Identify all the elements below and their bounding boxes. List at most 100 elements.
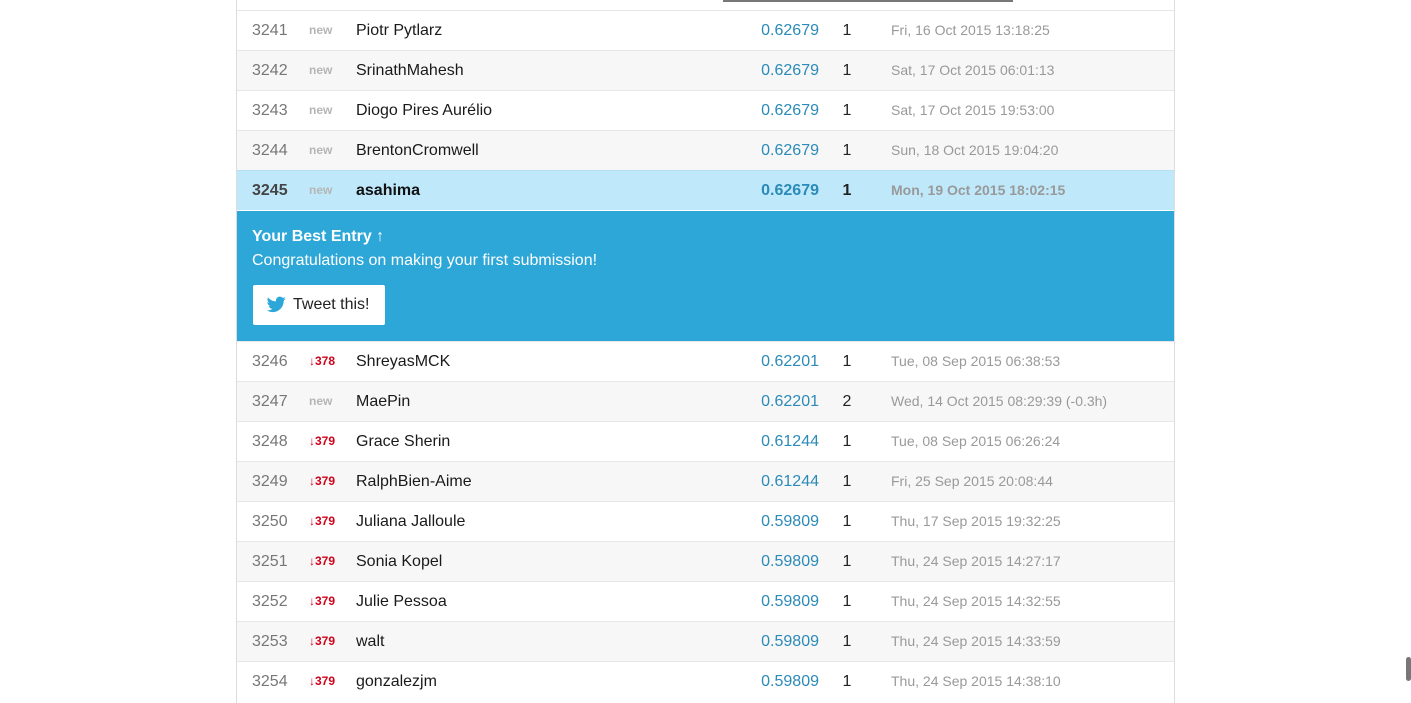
- score-cell: 0.59809: [761, 673, 819, 690]
- score-cell: 0.59809: [761, 553, 819, 570]
- team-name-link[interactable]: Piotr Pytlarz: [356, 11, 686, 50]
- table-row: 3251 ↓379 Sonia Kopel 0.59809 1 Thu, 24 …: [237, 541, 1174, 581]
- entries-cell: 1: [842, 473, 852, 490]
- tweet-button[interactable]: Tweet this!: [253, 285, 385, 325]
- score-cell: 0.62679: [761, 22, 819, 39]
- rank-cell: 3253: [252, 633, 288, 650]
- table-row: 3246 ↓378 ShreyasMCK 0.62201 1 Tue, 08 S…: [237, 341, 1174, 381]
- last-submission-cell: Tue, 08 Sep 2015 06:38:53: [891, 353, 1061, 369]
- score-cell: 0.59809: [761, 593, 819, 610]
- rank-change-badge: new: [309, 143, 333, 157]
- tweet-button-label: Tweet this!: [293, 296, 370, 313]
- rank-change-badge: new: [309, 63, 333, 77]
- team-name-link[interactable]: gonzalezjm: [356, 662, 686, 701]
- entries-cell: 1: [842, 433, 852, 450]
- rank-change-badge: ↓379: [309, 674, 336, 688]
- score-cell: 0.62679: [761, 62, 819, 79]
- rank-cell: 3246: [252, 353, 288, 370]
- best-entry-title: Your Best Entry ↑: [252, 228, 385, 245]
- table-row: 3242 new SrinathMahesh 0.62679 1 Sat, 17…: [237, 50, 1174, 90]
- entries-cell: 1: [842, 182, 852, 199]
- entries-cell: 1: [842, 673, 852, 690]
- rank-cell: 3248: [252, 433, 288, 450]
- score-cell: 0.62679: [761, 142, 819, 159]
- table-row: 3250 ↓379 Juliana Jalloule 0.59809 1 Thu…: [237, 501, 1174, 541]
- last-submission-cell: Tue, 08 Sep 2015 06:26:24: [891, 433, 1061, 449]
- rank-cell: 3254: [252, 673, 288, 690]
- rank-change-badge: new: [309, 394, 333, 408]
- team-name-link[interactable]: asahima: [356, 171, 686, 210]
- congratulations-message: Congratulations on making your first sub…: [252, 252, 598, 269]
- entries-cell: 1: [842, 102, 852, 119]
- rank-cell: 3247: [252, 393, 288, 410]
- last-submission-cell: Wed, 14 Oct 2015 08:29:39 (-0.3h): [891, 393, 1108, 409]
- team-name-link[interactable]: MaePin: [356, 382, 686, 421]
- score-cell: 0.61244: [761, 473, 819, 490]
- score-cell: 0.59809: [761, 513, 819, 530]
- header-divider: [723, 0, 1013, 2]
- table-row: 3243 new Diogo Pires Aurélio 0.62679 1 S…: [237, 90, 1174, 130]
- leaderboard-table: 3241 new Piotr Pytlarz 0.62679 1 Fri, 16…: [236, 0, 1175, 703]
- rank-cell: 3250: [252, 513, 288, 530]
- last-submission-cell: Thu, 24 Sep 2015 14:33:59: [891, 633, 1061, 649]
- entries-cell: 1: [842, 633, 852, 650]
- rank-cell: 3244: [252, 142, 288, 159]
- last-submission-cell: Sat, 17 Oct 2015 06:01:13: [891, 62, 1055, 78]
- team-name-link[interactable]: walt: [356, 622, 686, 661]
- score-cell: 0.62201: [761, 393, 819, 410]
- rank-change-badge: ↓378: [309, 354, 336, 368]
- rank-cell: 3251: [252, 553, 288, 570]
- last-submission-cell: Mon, 19 Oct 2015 18:02:15: [891, 182, 1066, 198]
- team-name-link[interactable]: Sonia Kopel: [356, 542, 686, 581]
- rank-cell: 3252: [252, 593, 288, 610]
- entries-cell: 2: [842, 393, 852, 410]
- team-name-link[interactable]: RalphBien-Aime: [356, 462, 686, 501]
- table-row: 3253 ↓379 walt 0.59809 1 Thu, 24 Sep 201…: [237, 621, 1174, 661]
- rank-cell: 3243: [252, 102, 288, 119]
- entries-cell: 1: [842, 353, 852, 370]
- rank-change-badge: ↓379: [309, 474, 336, 488]
- rank-change-badge: ↓379: [309, 434, 336, 448]
- rank-cell: 3249: [252, 473, 288, 490]
- team-name-link[interactable]: Julie Pessoa: [356, 582, 686, 621]
- last-submission-cell: Thu, 24 Sep 2015 14:32:55: [891, 593, 1061, 609]
- team-name-link[interactable]: Juliana Jalloule: [356, 502, 686, 541]
- score-cell: 0.59809: [761, 633, 819, 650]
- table-row: 3249 ↓379 RalphBien-Aime 0.61244 1 Fri, …: [237, 461, 1174, 501]
- entries-cell: 1: [842, 553, 852, 570]
- rank-cell: 3245: [252, 182, 288, 199]
- entries-cell: 1: [842, 22, 852, 39]
- table-row: 3241 new Piotr Pytlarz 0.62679 1 Fri, 16…: [237, 10, 1174, 50]
- team-name-link[interactable]: BrentonCromwell: [356, 131, 686, 170]
- rank-change-badge: ↓379: [309, 634, 336, 648]
- table-row: 3252 ↓379 Julie Pessoa 0.59809 1 Thu, 24…: [237, 581, 1174, 621]
- twitter-bird-icon: [267, 296, 286, 313]
- rank-change-badge: new: [309, 23, 333, 37]
- entries-cell: 1: [842, 513, 852, 530]
- entries-cell: 1: [842, 62, 852, 79]
- last-submission-cell: Thu, 17 Sep 2015 19:32:25: [891, 513, 1061, 529]
- table-row: 3254 ↓379 gonzalezjm 0.59809 1 Thu, 24 S…: [237, 661, 1174, 701]
- rank-change-badge: ↓379: [309, 594, 336, 608]
- last-submission-cell: Sun, 18 Oct 2015 19:04:20: [891, 142, 1059, 158]
- last-submission-cell: Thu, 24 Sep 2015 14:27:17: [891, 553, 1061, 569]
- best-entry-banner: Your Best Entry ↑ Congratulations on mak…: [237, 211, 1174, 341]
- score-cell: 0.62679: [761, 182, 819, 199]
- entries-cell: 1: [842, 142, 852, 159]
- last-submission-cell: Sat, 17 Oct 2015 19:53:00: [891, 102, 1055, 118]
- entries-cell: 1: [842, 593, 852, 610]
- rank-cell: 3241: [252, 22, 288, 39]
- team-name-link[interactable]: Diogo Pires Aurélio: [356, 91, 686, 130]
- rank-change-badge: ↓379: [309, 554, 336, 568]
- rank-cell: 3242: [252, 62, 288, 79]
- scrollbar-thumb[interactable]: [1406, 657, 1411, 681]
- rank-change-badge: new: [309, 183, 333, 197]
- score-cell: 0.61244: [761, 433, 819, 450]
- my-entry-row: 3245 new asahima 0.62679 1 Mon, 19 Oct 2…: [237, 170, 1174, 210]
- table-row: 3247 new MaePin 0.62201 2 Wed, 14 Oct 20…: [237, 381, 1174, 421]
- team-name-link[interactable]: SrinathMahesh: [356, 51, 686, 90]
- team-name-link[interactable]: Grace Sherin: [356, 422, 686, 461]
- team-name-link[interactable]: ShreyasMCK: [356, 342, 686, 381]
- score-cell: 0.62679: [761, 102, 819, 119]
- last-submission-cell: Fri, 25 Sep 2015 20:08:44: [891, 473, 1053, 489]
